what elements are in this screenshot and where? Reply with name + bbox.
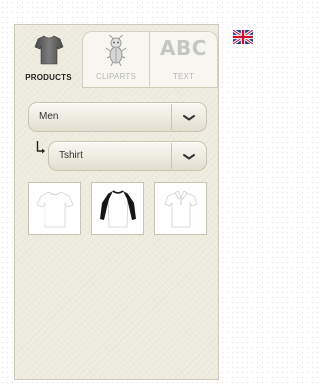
tab-cliparts[interactable]: CLIPARTS [82,31,150,88]
designer-panel: PRODUCTS CLIPARTS ABC TEXT Men Tshirt [14,24,219,380]
chevron-down-icon[interactable] [172,142,206,170]
product-thumbnails [28,182,208,236]
white-polo-icon [164,190,198,228]
chevron-down-icon[interactable] [172,103,206,131]
tab-text[interactable]: ABC TEXT [150,31,218,88]
sub-level-arrow-icon [36,141,46,155]
product-type-select[interactable]: Tshirt [48,141,207,171]
gender-select[interactable]: Men [28,102,207,132]
product-thumb-white-polo[interactable] [154,182,207,235]
tab-cliparts-label: CLIPARTS [96,72,136,81]
gender-select-value: Men [39,111,59,122]
product-thumb-white-tshirt[interactable] [28,182,81,235]
raglan-shirt-icon [100,190,136,228]
product-thumb-raglan-tshirt[interactable] [91,182,144,235]
white-tshirt-icon [36,191,74,228]
tab-products[interactable]: PRODUCTS [15,25,82,88]
product-type-select-value: Tshirt [59,150,83,161]
clipart-bug-icon [104,34,128,73]
abc-icon: ABC [160,36,207,60]
tab-bar: PRODUCTS CLIPARTS ABC TEXT [15,25,218,88]
uk-flag-icon[interactable] [232,28,254,46]
tshirt-icon [34,34,64,71]
tab-products-label: PRODUCTS [25,73,72,82]
tab-text-label: TEXT [172,72,195,81]
